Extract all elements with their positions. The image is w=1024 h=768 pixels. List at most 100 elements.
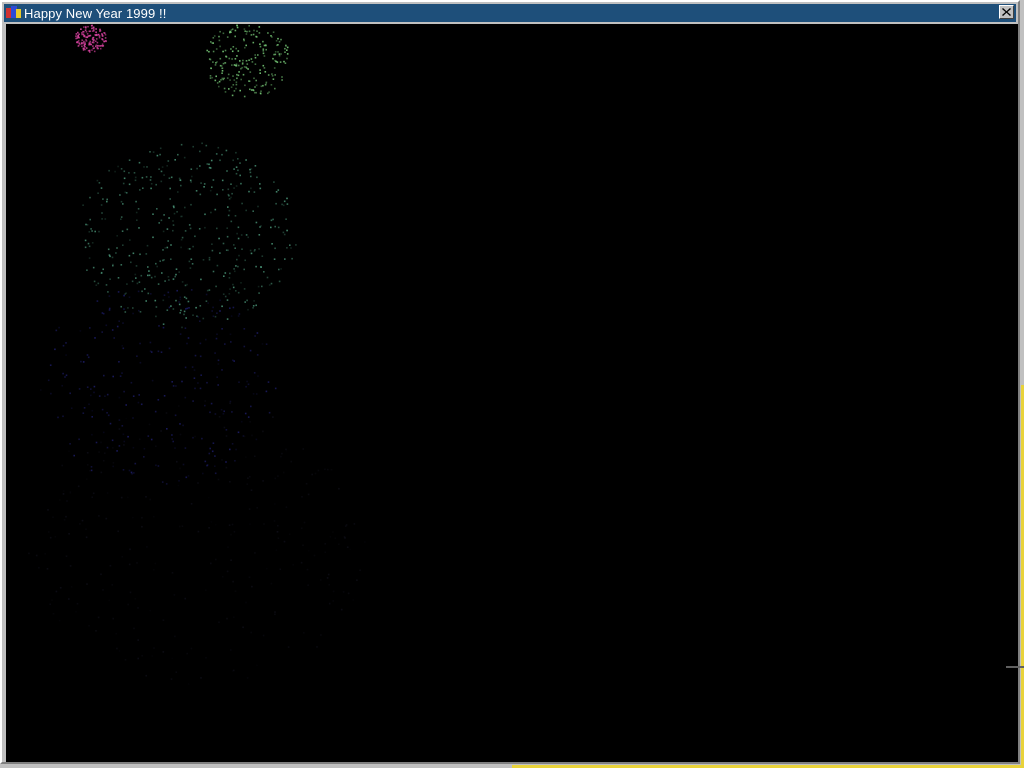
firework-particle — [235, 290, 237, 292]
firework-particle — [316, 646, 318, 648]
firework-particle — [221, 72, 223, 74]
firework-particle — [234, 460, 236, 462]
firework-particle — [242, 626, 244, 629]
firework-particle — [194, 235, 196, 238]
firework-particle — [266, 276, 269, 279]
firework-particle — [123, 308, 125, 310]
title-bar[interactable]: Happy New Year 1999 !! — [4, 4, 1016, 22]
firework-particle — [160, 170, 163, 173]
firework-particle — [118, 650, 121, 652]
firework-particle — [240, 182, 242, 185]
firework-particle — [262, 52, 265, 55]
firework-particle — [77, 45, 80, 47]
firework-particle — [262, 84, 264, 87]
firework-particle — [267, 74, 270, 76]
close-icon — [1002, 8, 1011, 16]
firework-particle — [212, 61, 214, 63]
firework-particle — [83, 407, 86, 409]
firework-particle — [139, 342, 141, 345]
firework-particle — [129, 591, 132, 594]
firework-particle — [205, 657, 207, 659]
firework-particle — [228, 524, 231, 526]
firework-particle — [222, 293, 225, 295]
firework-particle — [214, 524, 217, 526]
firework-particle — [222, 189, 224, 191]
firework-particle — [263, 67, 266, 69]
firework-particle — [176, 289, 178, 292]
firework-particle — [62, 493, 65, 495]
firework-particle — [86, 36, 89, 39]
firework-particle — [188, 260, 191, 263]
firework-particle — [128, 183, 131, 186]
firework-particle — [207, 302, 209, 304]
firework-particle — [84, 29, 87, 31]
firework-particle — [222, 62, 225, 65]
firework-particle — [173, 206, 175, 209]
firework-particle — [218, 416, 221, 418]
firework-particle — [190, 647, 193, 650]
firework-particle — [245, 33, 248, 35]
firework-particle — [216, 227, 218, 230]
app-icon[interactable] — [6, 5, 22, 21]
firework-particle — [123, 294, 125, 297]
firework-particle — [108, 309, 111, 311]
firework-particle — [254, 335, 256, 337]
firework-particle — [109, 422, 112, 425]
firework-particle — [87, 25, 89, 28]
firework-particle — [69, 565, 72, 567]
firework-particle — [156, 265, 158, 268]
firework-particle — [98, 182, 101, 184]
firework-particle — [38, 566, 40, 569]
burst-trail — [28, 400, 366, 685]
firework-particle — [158, 325, 160, 327]
firework-particle — [209, 189, 212, 192]
firework-particle — [267, 32, 269, 34]
firework-particle — [73, 454, 75, 457]
firework-particle — [218, 39, 221, 42]
firework-particle — [150, 176, 152, 178]
firework-particle — [76, 602, 79, 605]
firework-particle — [178, 177, 181, 180]
fireworks-canvas[interactable] — [6, 24, 1018, 762]
firework-particle — [231, 64, 233, 66]
firework-particle — [261, 285, 263, 288]
firework-particle — [101, 43, 104, 45]
firework-particle — [90, 394, 92, 397]
firework-particle — [179, 296, 182, 299]
firework-particle — [224, 272, 227, 274]
firework-particle — [58, 499, 61, 501]
firework-particle — [96, 300, 99, 302]
firework-particle — [258, 234, 261, 236]
firework-particle — [100, 204, 103, 206]
firework-particle — [260, 90, 262, 92]
firework-particle — [274, 51, 277, 53]
firework-particle — [101, 35, 104, 37]
firework-particle — [88, 403, 90, 406]
firework-particle — [91, 27, 93, 30]
firework-particle — [133, 627, 135, 630]
firework-particle — [102, 198, 104, 200]
burst-green-top — [206, 24, 289, 98]
firework-particle — [218, 35, 220, 38]
close-button[interactable] — [999, 5, 1014, 19]
firework-particle — [200, 182, 202, 184]
firework-particle — [236, 55, 238, 57]
firework-particle — [174, 635, 176, 638]
firework-particle — [238, 254, 240, 257]
firework-particle — [238, 313, 241, 315]
firework-particle — [103, 40, 106, 43]
firework-particle — [282, 231, 285, 234]
firework-particle — [164, 247, 167, 249]
firework-particle — [303, 632, 305, 634]
firework-particle — [303, 521, 306, 524]
firework-particle — [227, 546, 229, 548]
firework-particle — [51, 599, 53, 601]
firework-particle — [274, 74, 276, 76]
firework-particle — [209, 167, 212, 169]
firework-particle — [210, 67, 212, 69]
firework-particle — [226, 318, 229, 320]
firework-particle — [85, 536, 88, 539]
firework-particle — [227, 73, 230, 76]
firework-particle — [232, 84, 235, 86]
firework-particle — [332, 531, 334, 533]
